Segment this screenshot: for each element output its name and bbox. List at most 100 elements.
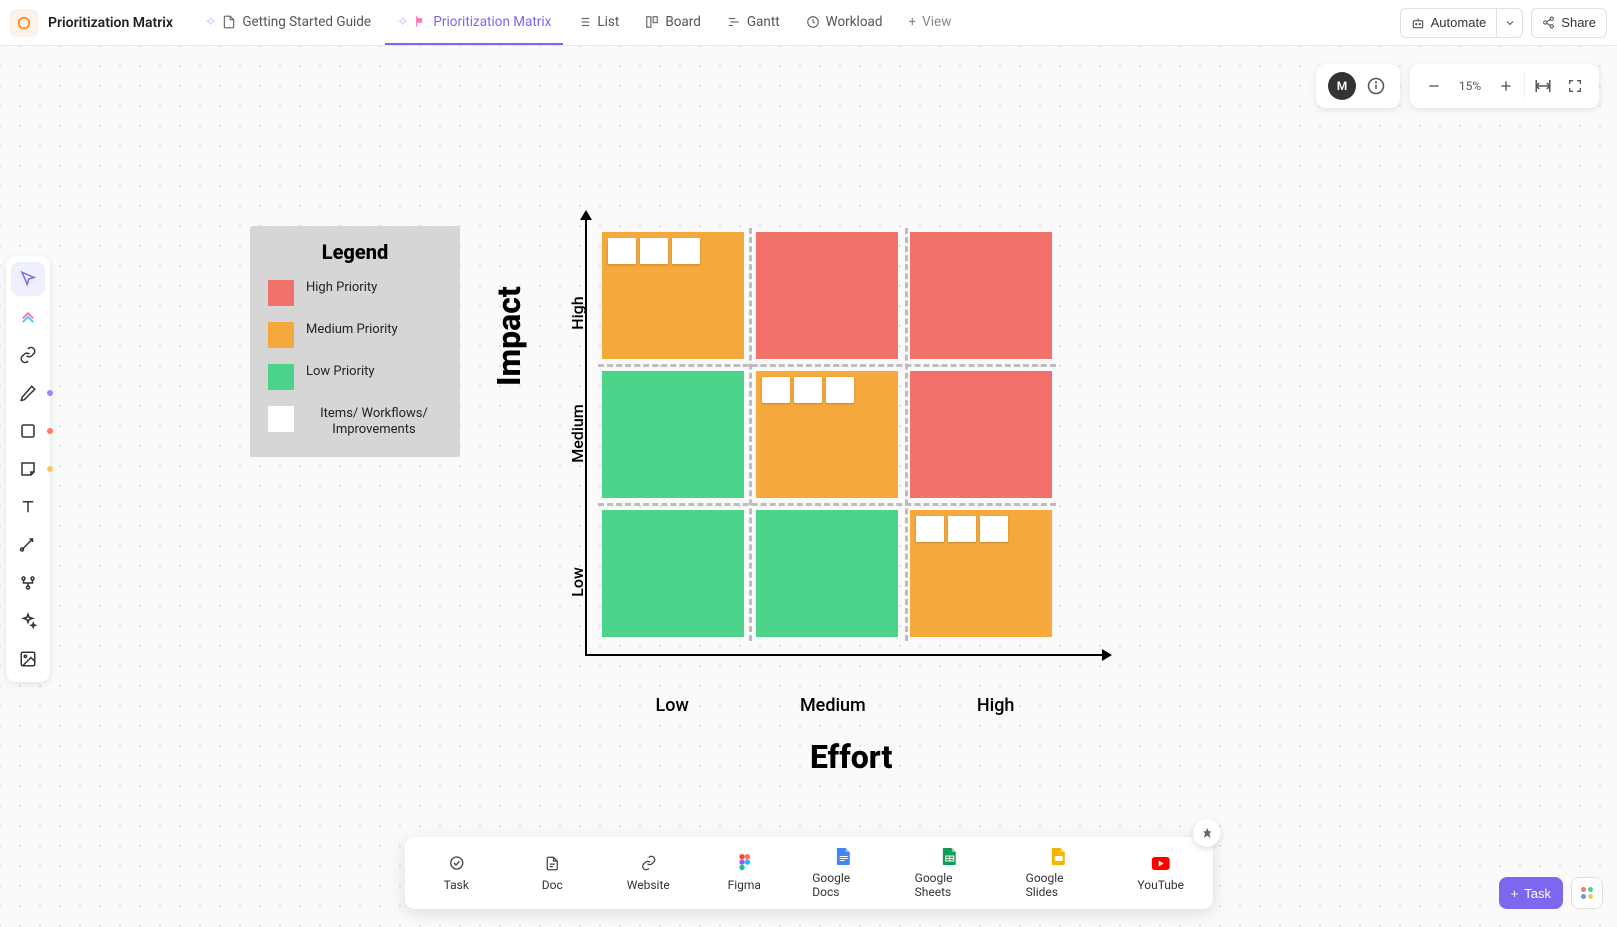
link-tool[interactable] — [11, 338, 45, 372]
tab-prioritization-matrix[interactable]: ✧ Prioritization Matrix — [385, 1, 563, 45]
swatch-low — [268, 364, 294, 390]
link-icon — [639, 854, 657, 872]
top-bar: Prioritization Matrix ✧ Getting Started … — [0, 0, 1617, 46]
tool-rail — [6, 256, 50, 682]
tab-gantt[interactable]: Gantt — [715, 1, 792, 45]
tab-workload[interactable]: Workload — [794, 1, 895, 45]
tab-board[interactable]: Board — [633, 1, 713, 45]
x-tick-high: High — [977, 695, 1015, 716]
canvas-area[interactable]: M 15% Legend — [0, 46, 1617, 927]
apps-button[interactable] — [1571, 877, 1603, 909]
info-button[interactable] — [1360, 70, 1392, 102]
item-card[interactable] — [916, 516, 944, 542]
quickadd-google-slides[interactable]: Google Slides — [1026, 847, 1093, 899]
x-tick-low: Low — [656, 695, 689, 716]
item-card[interactable] — [672, 238, 700, 264]
legend-label: Medium Priority — [306, 322, 442, 338]
tab-getting-started[interactable]: ✧ Getting Started Guide — [193, 1, 383, 45]
tab-label: Getting Started Guide — [242, 14, 371, 30]
floating-controls: M 15% — [1316, 64, 1599, 108]
quickadd-youtube[interactable]: YouTube — [1133, 854, 1189, 892]
x-axis-label: Effort — [810, 738, 892, 776]
quickadd-task[interactable]: Task — [428, 854, 484, 892]
cell-cards — [608, 238, 700, 264]
tab-label: Workload — [826, 14, 883, 30]
zoom-pill: 15% — [1410, 64, 1599, 108]
x-axis-arrow — [1102, 649, 1112, 661]
ai-tool[interactable] — [11, 604, 45, 638]
quickadd-doc[interactable]: Doc — [524, 854, 580, 892]
quickadd-label: YouTube — [1137, 878, 1184, 892]
quickadd-label: Website — [627, 878, 670, 892]
cell-high-medium[interactable] — [756, 232, 898, 359]
item-card[interactable] — [826, 377, 854, 403]
quickadd-label: Google Slides — [1026, 871, 1093, 899]
cell-medium-low[interactable] — [602, 371, 744, 498]
divider — [1524, 74, 1525, 98]
cell-low-low[interactable] — [602, 510, 744, 637]
automate-dropdown[interactable] — [1497, 8, 1523, 38]
swatch-high — [268, 280, 294, 306]
cell-low-medium[interactable] — [756, 510, 898, 637]
cell-high-low[interactable] — [602, 232, 744, 359]
google-slides-icon — [1050, 847, 1068, 865]
shape-tool[interactable] — [11, 414, 45, 448]
automate-button[interactable]: Automate — [1400, 8, 1498, 38]
text-tool[interactable] — [11, 490, 45, 524]
doc-icon — [222, 15, 236, 29]
workload-icon — [806, 15, 820, 29]
legend-row-items: Items/ Workflows/ Improvements — [268, 406, 442, 439]
cell-medium-high[interactable] — [910, 371, 1052, 498]
quickadd-figma[interactable]: Figma — [716, 854, 772, 892]
quickadd-website[interactable]: Website — [620, 854, 676, 892]
legend-row-high: High Priority — [268, 280, 442, 306]
tab-label: Gantt — [747, 14, 780, 30]
item-card[interactable] — [948, 516, 976, 542]
gantt-icon — [727, 15, 741, 29]
add-view-button[interactable]: + View — [897, 1, 964, 45]
whiteboard-content: Legend High Priority Medium Priority Low… — [250, 196, 1150, 796]
image-tool[interactable] — [11, 642, 45, 676]
cell-low-high[interactable] — [910, 510, 1052, 637]
pointer-tool[interactable] — [11, 262, 45, 296]
quickadd-google-sheets[interactable]: Google Sheets — [915, 847, 986, 899]
legend-row-low: Low Priority — [268, 364, 442, 390]
tab-label: List — [597, 14, 619, 30]
zoom-out-button[interactable] — [1418, 70, 1450, 102]
quickadd-google-docs[interactable]: Google Docs — [812, 847, 874, 899]
presence-pill: M — [1316, 64, 1400, 108]
legend-card[interactable]: Legend High Priority Medium Priority Low… — [250, 226, 460, 457]
item-card[interactable] — [640, 238, 668, 264]
pen-tool[interactable] — [11, 376, 45, 410]
share-button[interactable]: Share — [1531, 8, 1607, 38]
clickup-tool[interactable] — [11, 300, 45, 334]
fit-width-button[interactable] — [1527, 70, 1559, 102]
item-card[interactable] — [794, 377, 822, 403]
item-card[interactable] — [608, 238, 636, 264]
tab-list[interactable]: List — [565, 1, 631, 45]
legend-label: Items/ Workflows/ Improvements — [306, 406, 442, 439]
relations-tool[interactable] — [11, 566, 45, 600]
fullscreen-button[interactable] — [1559, 70, 1591, 102]
user-avatar[interactable]: M — [1328, 72, 1356, 100]
item-card[interactable] — [980, 516, 1008, 542]
new-task-button[interactable]: + Task — [1499, 877, 1563, 909]
plus-icon: + — [909, 14, 917, 30]
sticky-note-tool[interactable] — [11, 452, 45, 486]
figma-icon — [735, 854, 753, 872]
connector-tool[interactable] — [11, 528, 45, 562]
cell-high-high[interactable] — [910, 232, 1052, 359]
tab-label: Board — [665, 14, 701, 30]
item-card[interactable] — [762, 377, 790, 403]
page-title[interactable]: Prioritization Matrix — [48, 15, 173, 31]
cell-medium-medium[interactable] — [756, 371, 898, 498]
google-docs-icon — [834, 847, 852, 865]
sparkle-icon: ✧ — [205, 14, 216, 30]
space-icon[interactable] — [10, 9, 38, 37]
tab-label: Prioritization Matrix — [433, 14, 551, 30]
zoom-in-button[interactable] — [1490, 70, 1522, 102]
prioritization-matrix[interactable]: Impact High Medium Low — [530, 196, 1150, 756]
quickadd-label: Figma — [728, 878, 761, 892]
pin-button[interactable] — [1193, 819, 1221, 847]
swatch-items — [268, 406, 294, 432]
